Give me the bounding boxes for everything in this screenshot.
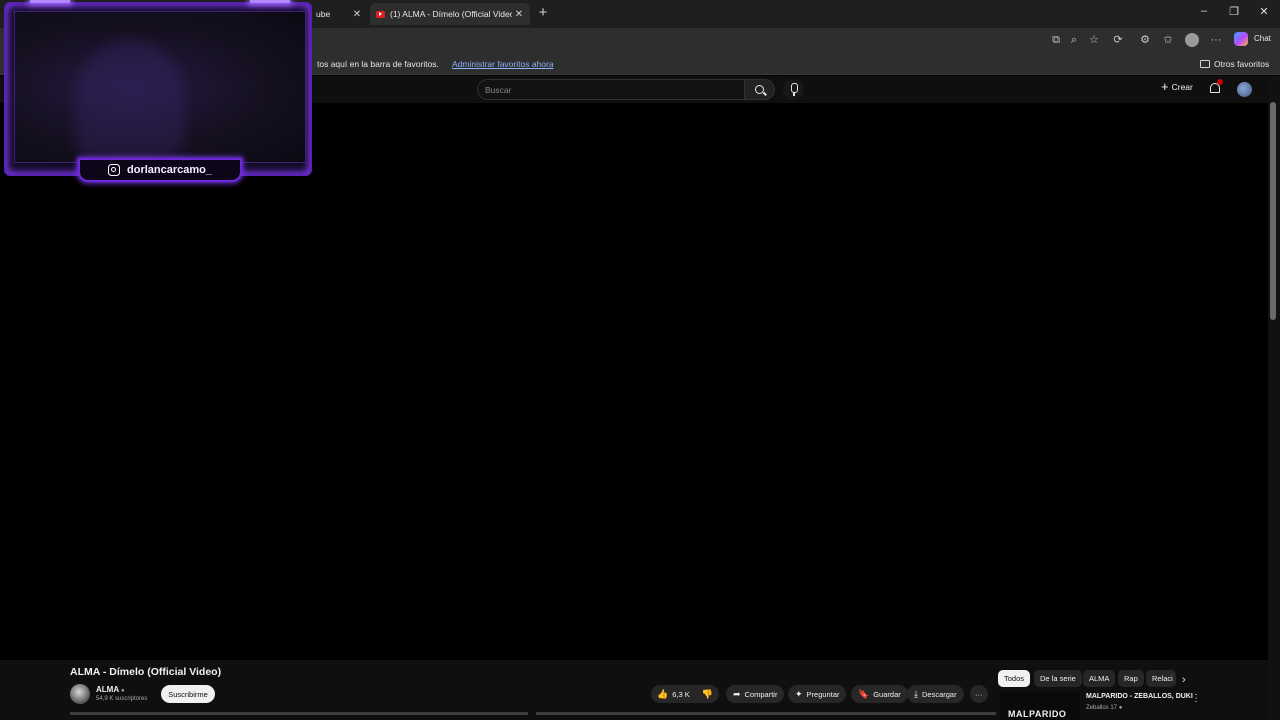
like-dislike-group: 👍 6,3 K 👎 bbox=[651, 685, 719, 703]
scroll-indicator bbox=[536, 712, 996, 715]
chip-rap[interactable]: Rap bbox=[1118, 670, 1144, 687]
dislike-icon[interactable]: 👎 bbox=[702, 689, 713, 700]
frame-glow bbox=[30, 0, 70, 3]
chip-de-la-serie[interactable]: De la serie bbox=[1034, 670, 1082, 687]
browser-profile-icon[interactable] bbox=[1185, 33, 1199, 47]
channel-avatar[interactable] bbox=[70, 684, 90, 704]
frame-glow bbox=[250, 0, 290, 3]
verified-icon: ● bbox=[121, 688, 125, 694]
download-icon: ⤓ bbox=[914, 688, 918, 699]
youtube-favicon-icon bbox=[376, 10, 385, 18]
save-button[interactable]: 🔖 Guardar bbox=[851, 685, 908, 703]
recommended-thumbnail[interactable]: MALPARIDO bbox=[1000, 692, 1080, 720]
zoom-icon[interactable]: ⌕ bbox=[1067, 33, 1081, 47]
recommended-title[interactable]: MALPARIDO - ZEBALLOS, DUKI bbox=[1086, 693, 1193, 700]
create-button[interactable]: + Crear bbox=[1161, 79, 1193, 94]
recommended-channel-name: Zeballos 17 bbox=[1086, 705, 1118, 711]
subscribe-button[interactable]: Suscribirme bbox=[161, 685, 215, 703]
favorites-hint: tos aquí en la barra de favoritos. bbox=[317, 59, 439, 69]
download-label: Descargar bbox=[921, 689, 957, 699]
webcam-feed bbox=[14, 11, 306, 163]
minimize-button[interactable]: – bbox=[1196, 5, 1212, 17]
like-count[interactable]: 6,3 K bbox=[672, 690, 690, 699]
recommended-channel[interactable]: Zeballos 17 ● bbox=[1086, 705, 1122, 711]
subscriber-count: 54,9 K suscriptores bbox=[96, 696, 148, 702]
share-icon: ➦ bbox=[733, 688, 741, 699]
bookmark-icon: 🔖 bbox=[858, 688, 870, 699]
favorite-star-icon[interactable]: ☆ bbox=[1087, 33, 1101, 47]
other-favorites-label: Otros favoritos bbox=[1214, 59, 1270, 69]
verified-icon: ● bbox=[1118, 705, 1123, 711]
create-label: Crear bbox=[1171, 82, 1193, 92]
refresh-icon[interactable]: ⟳ bbox=[1111, 33, 1125, 47]
maximize-button[interactable]: ❐ bbox=[1226, 5, 1242, 18]
instagram-handle: dorlancarcamo_ bbox=[127, 164, 212, 176]
video-player[interactable] bbox=[0, 103, 1268, 660]
close-window-button[interactable]: ✕ bbox=[1256, 5, 1272, 18]
more-actions-button[interactable]: ··· bbox=[970, 685, 988, 703]
channel-name-text: ALMA bbox=[96, 685, 119, 694]
account-avatar[interactable] bbox=[1237, 82, 1252, 97]
ask-button[interactable]: ✦ Preguntar bbox=[788, 685, 847, 703]
favorites-icon[interactable]: ✩ bbox=[1161, 33, 1175, 47]
streamer-silhouette bbox=[75, 40, 185, 160]
ask-label: Preguntar bbox=[806, 689, 840, 699]
chat-button[interactable]: Chat bbox=[1254, 34, 1271, 43]
save-label: Guardar bbox=[873, 689, 901, 699]
search-input[interactable]: Buscar bbox=[477, 79, 745, 100]
new-tab-button[interactable]: + bbox=[536, 4, 550, 21]
like-icon[interactable]: 👍 bbox=[657, 689, 668, 700]
voice-search-icon[interactable] bbox=[783, 79, 804, 100]
scrollbar-thumb[interactable] bbox=[1270, 102, 1276, 320]
plus-icon: + bbox=[1161, 79, 1169, 94]
share-label: Compartir bbox=[744, 689, 778, 699]
video-info-panel: ALMA - Dímelo (Official Video) ALMA ● 54… bbox=[0, 660, 1268, 720]
tab-title: (1) ALMA - Dímelo (Official Video) bbox=[390, 9, 512, 19]
close-icon[interactable]: ✕ bbox=[350, 9, 364, 20]
tab-title: ube bbox=[316, 9, 331, 19]
channel-name[interactable]: ALMA ● bbox=[96, 685, 125, 694]
extensions-icon[interactable]: ⚙ bbox=[1138, 33, 1152, 47]
tab-youtube-home[interactable]: ube ✕ bbox=[316, 3, 368, 25]
address-bar[interactable] bbox=[316, 31, 1056, 50]
notifications-bell-icon[interactable] bbox=[1209, 79, 1223, 95]
manage-favorites-link[interactable]: Administrar favoritos ahora bbox=[452, 59, 554, 69]
more-vert-icon[interactable]: ⋮ bbox=[1191, 693, 1201, 704]
search-button[interactable] bbox=[745, 79, 775, 100]
notification-badge bbox=[1217, 79, 1223, 85]
chip-relacionados[interactable]: Relaci bbox=[1146, 670, 1176, 687]
search-icon bbox=[755, 85, 764, 94]
instagram-icon bbox=[108, 164, 120, 176]
sparkle-icon: ✦ bbox=[795, 688, 803, 699]
scroll-indicator bbox=[70, 712, 528, 715]
thumbnail-text: MALPARIDO bbox=[1008, 709, 1067, 719]
more-options-icon[interactable]: ··· bbox=[1209, 33, 1223, 47]
share-button[interactable]: ➦ Compartir bbox=[726, 685, 785, 703]
download-button[interactable]: ⤓ Descargar bbox=[907, 685, 964, 703]
webcam-overlay: dorlancarcamo_ bbox=[0, 0, 316, 185]
instagram-tag: dorlancarcamo_ bbox=[78, 158, 242, 182]
app-available-icon[interactable]: ⧉ bbox=[1049, 33, 1063, 47]
tab-active-video[interactable]: (1) ALMA - Dímelo (Official Video) ✕ bbox=[370, 3, 530, 25]
chip-alma[interactable]: ALMA bbox=[1083, 670, 1116, 687]
copilot-icon[interactable] bbox=[1234, 32, 1248, 46]
webcam-frame bbox=[4, 2, 312, 176]
folder-icon bbox=[1200, 60, 1210, 68]
chip-todos[interactable]: Todos bbox=[998, 670, 1031, 687]
video-title: ALMA - Dímelo (Official Video) bbox=[70, 666, 222, 678]
other-favorites-folder[interactable]: Otros favoritos bbox=[1200, 59, 1269, 69]
close-icon[interactable]: ✕ bbox=[512, 9, 526, 20]
chevron-right-icon[interactable]: › bbox=[1182, 674, 1186, 686]
